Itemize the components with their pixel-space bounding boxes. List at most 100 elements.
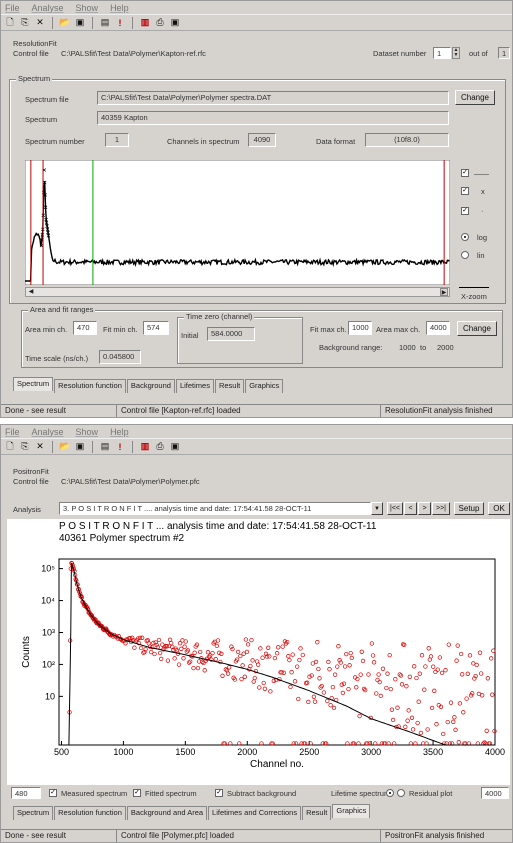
area-max-label: Area max ch. bbox=[376, 325, 421, 334]
print-icon[interactable]: ⎙ bbox=[154, 441, 166, 453]
dataset-number-input[interactable]: 1 bbox=[433, 47, 451, 59]
menu-show-2[interactable]: Show bbox=[76, 427, 99, 437]
y-tick-label: 10⁴ bbox=[41, 596, 55, 606]
measured-spectrum-checkbox[interactable]: ✓ bbox=[49, 789, 57, 797]
lifetime-spectrum-radio[interactable] bbox=[386, 789, 394, 797]
area-max-input[interactable]: 4000 bbox=[426, 321, 450, 335]
menu-help[interactable]: Help bbox=[110, 3, 129, 13]
fit-max-input[interactable]: 1000 bbox=[348, 321, 372, 335]
open-folder-icon[interactable]: 📂 bbox=[59, 441, 71, 453]
status-bar-2: Done - see result Control file [Polymer.… bbox=[1, 829, 512, 842]
run-icon[interactable]: ! bbox=[114, 17, 126, 29]
tab-lifetimes-corrections[interactable]: Lifetimes and Corrections bbox=[208, 806, 302, 820]
background-from: 1000 bbox=[399, 343, 416, 352]
spectrum-plot[interactable] bbox=[25, 160, 450, 285]
menu-file-2[interactable]: File bbox=[5, 427, 20, 437]
scroll-right-icon[interactable]: ▶ bbox=[440, 288, 448, 296]
tab-result-2[interactable]: Result bbox=[302, 806, 332, 820]
channels-value: 4090 bbox=[248, 133, 276, 147]
run-icon[interactable]: ! bbox=[114, 441, 126, 453]
max-channel-input[interactable]: 4000 bbox=[481, 787, 509, 799]
line-checkbox[interactable]: ✓ bbox=[461, 169, 469, 177]
ok-button[interactable]: OK bbox=[488, 502, 510, 515]
copy-icon[interactable]: ⎘ bbox=[19, 17, 31, 29]
new-icon[interactable]: 🗋 bbox=[4, 441, 16, 453]
tab-lifetimes[interactable]: Lifetimes bbox=[175, 379, 214, 393]
lin-radio[interactable] bbox=[461, 251, 469, 259]
save-icon[interactable]: ▣ bbox=[74, 441, 86, 453]
tab-spectrum-2[interactable]: Spectrum bbox=[13, 806, 54, 820]
tab-background[interactable]: Background bbox=[126, 379, 175, 393]
menu-file[interactable]: File bbox=[5, 3, 20, 13]
last-analysis-button[interactable]: >>| bbox=[432, 502, 450, 515]
close-icon[interactable]: ✕ bbox=[34, 17, 46, 29]
x-tick-label: 3500 bbox=[423, 747, 443, 757]
menu-analyse[interactable]: Analyse bbox=[32, 3, 64, 13]
background-to-label: to bbox=[420, 343, 427, 352]
report-icon[interactable]: ▥ bbox=[139, 441, 151, 453]
save-all-icon[interactable]: ▣ bbox=[169, 441, 181, 453]
dataset-spinner[interactable]: ▲ ▼ bbox=[452, 47, 460, 59]
spectrum-name: 40359 Kapton bbox=[97, 111, 449, 125]
tab-result[interactable]: Result bbox=[214, 379, 245, 393]
tab-spectrum[interactable]: Spectrum bbox=[13, 377, 54, 391]
cross-legend-label: x bbox=[481, 187, 485, 196]
setup-button[interactable]: Setup bbox=[454, 502, 484, 515]
subtract-background-checkbox[interactable]: ✓ bbox=[215, 789, 223, 797]
fitted-spectrum-label: Fitted spectrum bbox=[145, 789, 197, 798]
analysis-dropdown-icon[interactable]: ▼ bbox=[371, 502, 383, 515]
tab-graphics[interactable]: Graphics bbox=[245, 379, 284, 393]
open-folder-icon[interactable]: 📂 bbox=[59, 17, 71, 29]
dot-checkbox[interactable]: ✓ bbox=[461, 207, 469, 215]
line-legend-label: —— bbox=[474, 169, 489, 178]
change-spectrum-file-button[interactable]: Change bbox=[455, 90, 495, 105]
x-tick-label: 1500 bbox=[175, 747, 195, 757]
first-analysis-button[interactable]: |<< bbox=[387, 502, 403, 515]
channels-label: Channels in spectrum bbox=[167, 137, 240, 146]
x-tick-label: 3000 bbox=[361, 747, 381, 757]
tab-background-area[interactable]: Background and Area bbox=[126, 806, 208, 820]
window-icon[interactable]: ▤ bbox=[99, 17, 111, 29]
tab-graphics-2[interactable]: Graphics bbox=[332, 804, 371, 818]
copy-icon[interactable]: ⎘ bbox=[19, 441, 31, 453]
positronfit-plot[interactable]: 500 1000 1500 2000 2500 3000 3500 4000 10 10² 10³ 1… bbox=[7, 545, 510, 785]
xzoom-slider[interactable] bbox=[459, 284, 489, 288]
menu-show[interactable]: Show bbox=[76, 3, 99, 13]
tab-resolution-function[interactable]: Resolution function bbox=[54, 379, 126, 393]
x-tick-label: 500 bbox=[54, 747, 69, 757]
x-tick-label: 1000 bbox=[113, 747, 133, 757]
toolbar: 🗋 ⎘ ✕ 📂 ▣ ▤ ! ▥ ⎙ ▣ bbox=[1, 15, 512, 31]
menu-help-2[interactable]: Help bbox=[110, 427, 129, 437]
save-icon[interactable]: ▣ bbox=[74, 17, 86, 29]
control-file-label-2: Control file bbox=[13, 477, 49, 486]
window-icon[interactable]: ▤ bbox=[99, 441, 111, 453]
program-name: ResolutionFit bbox=[13, 39, 57, 48]
time-scale-value: 0.045800 bbox=[99, 350, 141, 364]
analysis-label: Analysis bbox=[13, 505, 41, 514]
horizontal-scrollbar[interactable]: ◀ ▶ bbox=[25, 287, 450, 297]
change-ranges-button[interactable]: Change bbox=[457, 321, 497, 336]
next-analysis-button[interactable]: > bbox=[418, 502, 431, 515]
log-radio[interactable] bbox=[461, 233, 469, 241]
menu-analyse-2[interactable]: Analyse bbox=[32, 427, 64, 437]
residual-plot-radio[interactable] bbox=[397, 789, 405, 797]
analysis-select[interactable]: 3. P O S I T R O N F I T .... analysis t… bbox=[59, 502, 371, 515]
resolutionfit-window: File Analyse Show Help 🗋 ⎘ ✕ 📂 ▣ ▤ ! ▥ ⎙… bbox=[0, 0, 513, 418]
fit-min-input[interactable]: 574 bbox=[143, 321, 169, 335]
previous-analysis-button[interactable]: < bbox=[404, 502, 417, 515]
close-icon[interactable]: ✕ bbox=[34, 441, 46, 453]
area-min-input[interactable]: 470 bbox=[73, 321, 97, 335]
min-channel-input[interactable]: 480 bbox=[11, 787, 41, 799]
print-icon[interactable]: ⎙ bbox=[154, 17, 166, 29]
status-analysis: ResolutionFit analysis finished bbox=[385, 406, 493, 415]
out-of-label: out of bbox=[469, 49, 488, 58]
subtract-background-label: Subtract background bbox=[227, 789, 297, 798]
save-all-icon[interactable]: ▣ bbox=[169, 17, 181, 29]
scroll-left-icon[interactable]: ◀ bbox=[27, 288, 35, 296]
new-icon[interactable]: 🗋 bbox=[4, 17, 16, 29]
report-icon[interactable]: ▥ bbox=[139, 17, 151, 29]
cross-checkbox[interactable]: ✓ bbox=[461, 187, 469, 195]
tab-resolution-function-2[interactable]: Resolution function bbox=[54, 806, 126, 820]
fitted-spectrum-checkbox[interactable]: ✓ bbox=[133, 789, 141, 797]
y-tick-label: 10³ bbox=[42, 627, 55, 637]
